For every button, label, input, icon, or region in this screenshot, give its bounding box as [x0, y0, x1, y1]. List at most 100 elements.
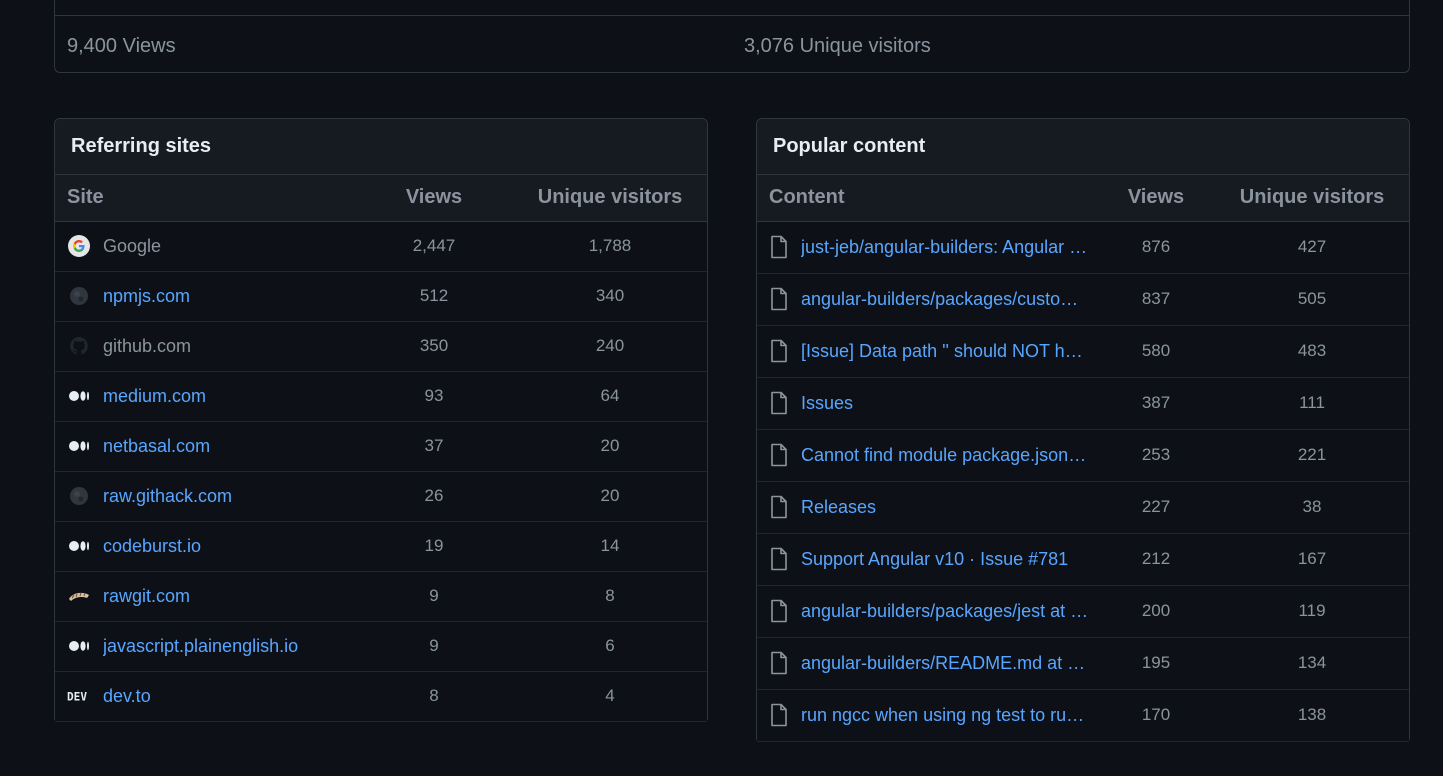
- popular-content-panel: Popular content Content Views Unique vis…: [756, 118, 1410, 742]
- referrer-site-cell: github.com: [55, 321, 355, 372]
- referrer-unique-visitors: 20: [513, 421, 707, 472]
- file-icon: [769, 599, 789, 623]
- referrer-row: raw.githack.com 26 20: [55, 471, 707, 522]
- file-icon: [769, 547, 789, 571]
- popular-content-table: Content Views Unique visitors just-jeb/a…: [757, 175, 1409, 742]
- content-link[interactable]: Issues: [801, 393, 853, 414]
- referrer-site-name[interactable]: raw.githack.com: [103, 486, 232, 507]
- content-unique-visitors: 138: [1215, 689, 1409, 742]
- referrer-views: 19: [355, 521, 513, 572]
- content-unique-visitors: 427: [1215, 221, 1409, 274]
- referrer-site-name[interactable]: codeburst.io: [103, 536, 201, 557]
- referrer-site-name[interactable]: dev.to: [103, 686, 151, 707]
- file-icon: [769, 703, 789, 727]
- file-icon: [769, 391, 789, 415]
- referrer-site-cell: raw.githack.com: [55, 471, 355, 522]
- content-unique-visitors: 167: [1215, 533, 1409, 586]
- referrer-site-name: github.com: [103, 335, 192, 356]
- referrer-site-cell: DEV dev.to: [55, 671, 355, 722]
- referrer-views: 512: [355, 271, 513, 322]
- content-link[interactable]: Support Angular v10 · Issue #781: [801, 549, 1068, 570]
- col-views: Views: [1097, 175, 1215, 222]
- referrer-views: 9: [355, 571, 513, 622]
- content-link[interactable]: angular-builders/packages/jest at …: [801, 601, 1088, 622]
- content-unique-visitors: 134: [1215, 637, 1409, 690]
- referring-sites-panel: Referring sites Site Views Unique visito…: [54, 118, 708, 722]
- referrer-row: Google 2,447 1,788: [55, 221, 707, 272]
- medium-icon: [67, 534, 91, 558]
- content-link[interactable]: angular-builders/README.md at 1…: [801, 653, 1091, 674]
- traffic-summary: 9,400 Views 3,076 Unique visitors: [54, 0, 1410, 73]
- referrer-site-name[interactable]: javascript.plainenglish.io: [103, 636, 298, 657]
- content-cell: [Issue] Data path '' should NOT ha…: [757, 325, 1097, 378]
- referrer-site-name[interactable]: npmjs.com: [103, 286, 190, 307]
- referrer-unique-visitors: 6: [513, 621, 707, 672]
- referrer-row: github.com 350 240: [55, 321, 707, 372]
- content-views: 227: [1097, 481, 1215, 534]
- content-link[interactable]: just-jeb/angular-builders: Angular …: [801, 237, 1087, 258]
- file-icon: [769, 651, 789, 675]
- content-cell: Support Angular v10 · Issue #781: [757, 533, 1097, 586]
- referrer-unique-visitors: 340: [513, 271, 707, 322]
- content-row: Cannot find module package.json ·… 253 221: [757, 429, 1409, 482]
- content-link[interactable]: angular-builders/packages/custo…: [801, 289, 1078, 310]
- file-icon: [769, 339, 789, 363]
- content-unique-visitors: 119: [1215, 585, 1409, 638]
- referrer-row: netbasal.com 37 20: [55, 421, 707, 472]
- content-link[interactable]: [Issue] Data path '' should NOT ha…: [801, 341, 1091, 362]
- referrer-site-cell: medium.com: [55, 371, 355, 422]
- content-unique-visitors: 221: [1215, 429, 1409, 482]
- content-views: 837: [1097, 273, 1215, 326]
- referrer-site-cell: Google: [55, 221, 355, 272]
- referrer-site-name[interactable]: netbasal.com: [103, 436, 210, 457]
- referrer-row: DEV dev.to 8 4: [55, 671, 707, 722]
- total-views: 9,400 Views: [67, 35, 176, 57]
- col-site: Site: [55, 175, 355, 222]
- content-views: 580: [1097, 325, 1215, 378]
- content-row: Issues 387 111: [757, 377, 1409, 430]
- content-cell: run ngcc when using ng test to ru…: [757, 689, 1097, 742]
- referring-sites-table: Site Views Unique visitors Google 2,447 1,…: [55, 175, 707, 722]
- content-cell: just-jeb/angular-builders: Angular …: [757, 221, 1097, 274]
- referrer-views: 93: [355, 371, 513, 422]
- content-link[interactable]: Cannot find module package.json ·…: [801, 445, 1091, 466]
- content-link[interactable]: run ngcc when using ng test to ru…: [801, 705, 1084, 726]
- referrer-site-cell: npmjs.com: [55, 271, 355, 322]
- referrer-unique-visitors: 4: [513, 671, 707, 722]
- referrer-views: 26: [355, 471, 513, 522]
- content-cell: angular-builders/packages/custo…: [757, 273, 1097, 326]
- content-row: Releases 227 38: [757, 481, 1409, 534]
- content-cell: Issues: [757, 377, 1097, 430]
- col-unique-visitors: Unique visitors: [513, 175, 707, 222]
- referrer-unique-visitors: 14: [513, 521, 707, 572]
- medium-icon: [67, 434, 91, 458]
- referrer-views: 9: [355, 621, 513, 672]
- content-cell: angular-builders/packages/jest at …: [757, 585, 1097, 638]
- content-views: 876: [1097, 221, 1215, 274]
- content-row: angular-builders/packages/jest at … 200 11…: [757, 585, 1409, 638]
- referrer-row: npmjs.com 512 340: [55, 271, 707, 322]
- content-views: 170: [1097, 689, 1215, 742]
- file-icon: [769, 443, 789, 467]
- content-cell: angular-builders/README.md at 1…: [757, 637, 1097, 690]
- total-unique-visitors: 3,076 Unique visitors: [744, 35, 931, 57]
- popular-content-title: Popular content: [757, 119, 1409, 175]
- referrer-row: rawgit.com 9 8: [55, 571, 707, 622]
- content-views: 212: [1097, 533, 1215, 586]
- referrer-site-name[interactable]: medium.com: [103, 386, 206, 407]
- referrer-site-cell: codeburst.io: [55, 521, 355, 572]
- content-views: 200: [1097, 585, 1215, 638]
- referrer-site-name: Google: [103, 235, 162, 256]
- referrer-row: codeburst.io 19 14: [55, 521, 707, 572]
- content-link[interactable]: Releases: [801, 497, 876, 518]
- content-unique-visitors: 111: [1215, 377, 1409, 430]
- col-views: Views: [355, 175, 513, 222]
- referrer-unique-visitors: 64: [513, 371, 707, 422]
- referrer-unique-visitors: 20: [513, 471, 707, 522]
- content-views: 387: [1097, 377, 1215, 430]
- referrer-views: 2,447: [355, 221, 513, 272]
- file-icon: [769, 235, 789, 259]
- file-icon: [769, 495, 789, 519]
- referrer-site-name[interactable]: rawgit.com: [103, 586, 190, 607]
- content-unique-visitors: 38: [1215, 481, 1409, 534]
